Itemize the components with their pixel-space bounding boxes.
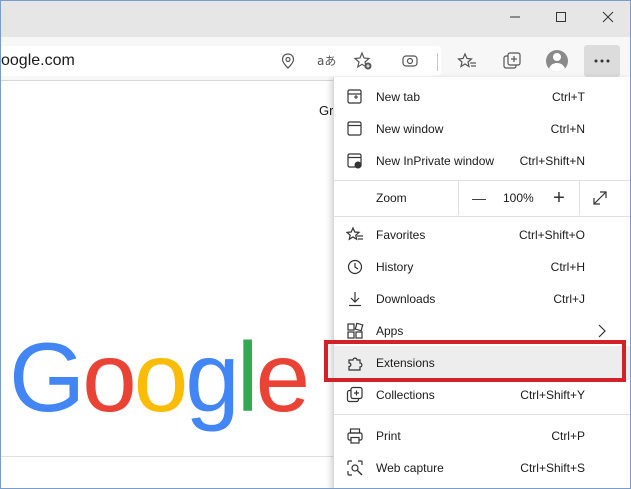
menu-item-label: New window [376, 122, 444, 136]
location-icon [281, 53, 295, 69]
menu-item-label: New tab [376, 90, 421, 104]
fullscreen-icon [593, 191, 607, 205]
read-aloud-button[interactable]: aあ [310, 45, 342, 77]
location-button[interactable] [272, 45, 304, 77]
collections-button[interactable] [496, 45, 528, 77]
menu-separator [334, 216, 630, 217]
svg-text:aあ: aあ [317, 54, 336, 68]
add-favorite-icon [353, 51, 372, 70]
menu-item-label: Collections [376, 388, 435, 402]
menu-item-favorites[interactable]: Favorites Ctrl+Shift+O [334, 219, 630, 251]
logo-letter: e [255, 322, 310, 432]
inprivate-icon [346, 152, 364, 170]
settings-and-more-button[interactable] [584, 45, 620, 77]
menu-item-label: Favorites [376, 228, 426, 242]
menu-item-shortcut: Ctrl+Shift+O [518, 228, 585, 242]
zoom-controls: — 100% + [458, 181, 580, 215]
minimize-icon [510, 16, 520, 18]
history-icon [346, 258, 364, 276]
new-tab-icon [346, 88, 364, 106]
maximize-button[interactable] [538, 1, 584, 33]
menu-item-label: Apps [376, 324, 404, 338]
menu-item-shortcut: Ctrl+Shift+N [519, 154, 585, 168]
zoom-in-button[interactable]: + [547, 186, 571, 210]
google-logo: Google [9, 322, 310, 432]
collections-icon [346, 386, 364, 404]
logo-letter: l [236, 322, 259, 432]
zoom-row: Zoom — 100% + [334, 181, 630, 215]
add-favorite-button[interactable] [347, 45, 379, 77]
print-icon [346, 427, 364, 445]
tracking-icon [402, 55, 418, 67]
zoom-out-icon: — [472, 190, 486, 206]
page-divider [1, 456, 333, 457]
toolbar-divider [437, 53, 438, 71]
favorites-icon [457, 52, 476, 68]
menu-item-new-inprivate-window[interactable]: New InPrivate window Ctrl+Shift+N [334, 145, 630, 177]
menu-item-shortcut: Ctrl+T [552, 90, 585, 104]
favorites-button[interactable] [451, 45, 483, 77]
menu-item-label: Print [376, 429, 401, 443]
tracking-button[interactable] [394, 45, 426, 77]
menu-separator [334, 414, 630, 415]
menu-item-new-window[interactable]: New window Ctrl+N [334, 113, 630, 145]
menu-item-shortcut: Ctrl+N [550, 122, 585, 136]
profile-button[interactable] [541, 45, 573, 77]
close-button[interactable] [585, 1, 630, 33]
avatar [546, 50, 568, 72]
menu-item-shortcut: Ctrl+Shift+S [520, 461, 585, 475]
collections-icon [503, 52, 521, 69]
menu-item-shortcut: Ctrl+P [551, 429, 585, 443]
menu-item-label: New InPrivate window [376, 154, 495, 168]
close-icon [602, 11, 614, 23]
web-capture-icon [346, 459, 364, 477]
menu-item-history[interactable]: History Ctrl+H [334, 251, 630, 283]
more-icon [594, 59, 610, 63]
menu-item-shortcut: Ctrl+Shift+Y [520, 388, 585, 402]
minimize-button[interactable] [492, 1, 538, 33]
title-bar [1, 1, 630, 37]
menu-item-shortcut: Ctrl+H [550, 260, 585, 274]
menu-item-print[interactable]: Print Ctrl+P [334, 420, 630, 452]
zoom-in-icon: + [553, 186, 565, 209]
menu-item-web-capture[interactable]: Web capture Ctrl+Shift+S [334, 452, 630, 484]
downloads-icon [346, 290, 364, 308]
url-text[interactable]: oogle.com [1, 52, 75, 70]
zoom-out-button[interactable]: — [467, 186, 491, 210]
menu-item-new-tab[interactable]: New tab Ctrl+T [334, 81, 630, 113]
extensions-highlight-box [324, 340, 626, 382]
logo-letter: G [9, 322, 85, 432]
browser-window: oogle.com aあ Gr Google New tab Ctrl+T Ne… [0, 0, 631, 489]
menu-item-label: Downloads [376, 292, 436, 306]
zoom-value: 100% [503, 191, 534, 205]
new-window-icon [346, 120, 364, 138]
read-aloud-icon: aあ [317, 54, 336, 68]
menu-item-label: History [376, 260, 414, 274]
apps-icon [346, 322, 364, 340]
menu-item-label: Web capture [376, 461, 444, 475]
page-partial-text: Gr [319, 103, 334, 118]
logo-letter: o [82, 322, 136, 432]
menu-item-shortcut: Ctrl+J [553, 292, 585, 306]
settings-menu: New tab Ctrl+T New window Ctrl+N New InP… [333, 77, 630, 488]
maximize-icon [556, 12, 566, 22]
menu-item-downloads[interactable]: Downloads Ctrl+J [334, 283, 630, 315]
menu-item-collections[interactable]: Collections Ctrl+Shift+Y [334, 379, 630, 411]
favorites-icon [346, 226, 364, 244]
logo-letter: g [185, 322, 239, 432]
logo-letter: o [133, 322, 188, 432]
fullscreen-button[interactable] [588, 186, 612, 210]
zoom-label: Zoom [376, 191, 407, 205]
